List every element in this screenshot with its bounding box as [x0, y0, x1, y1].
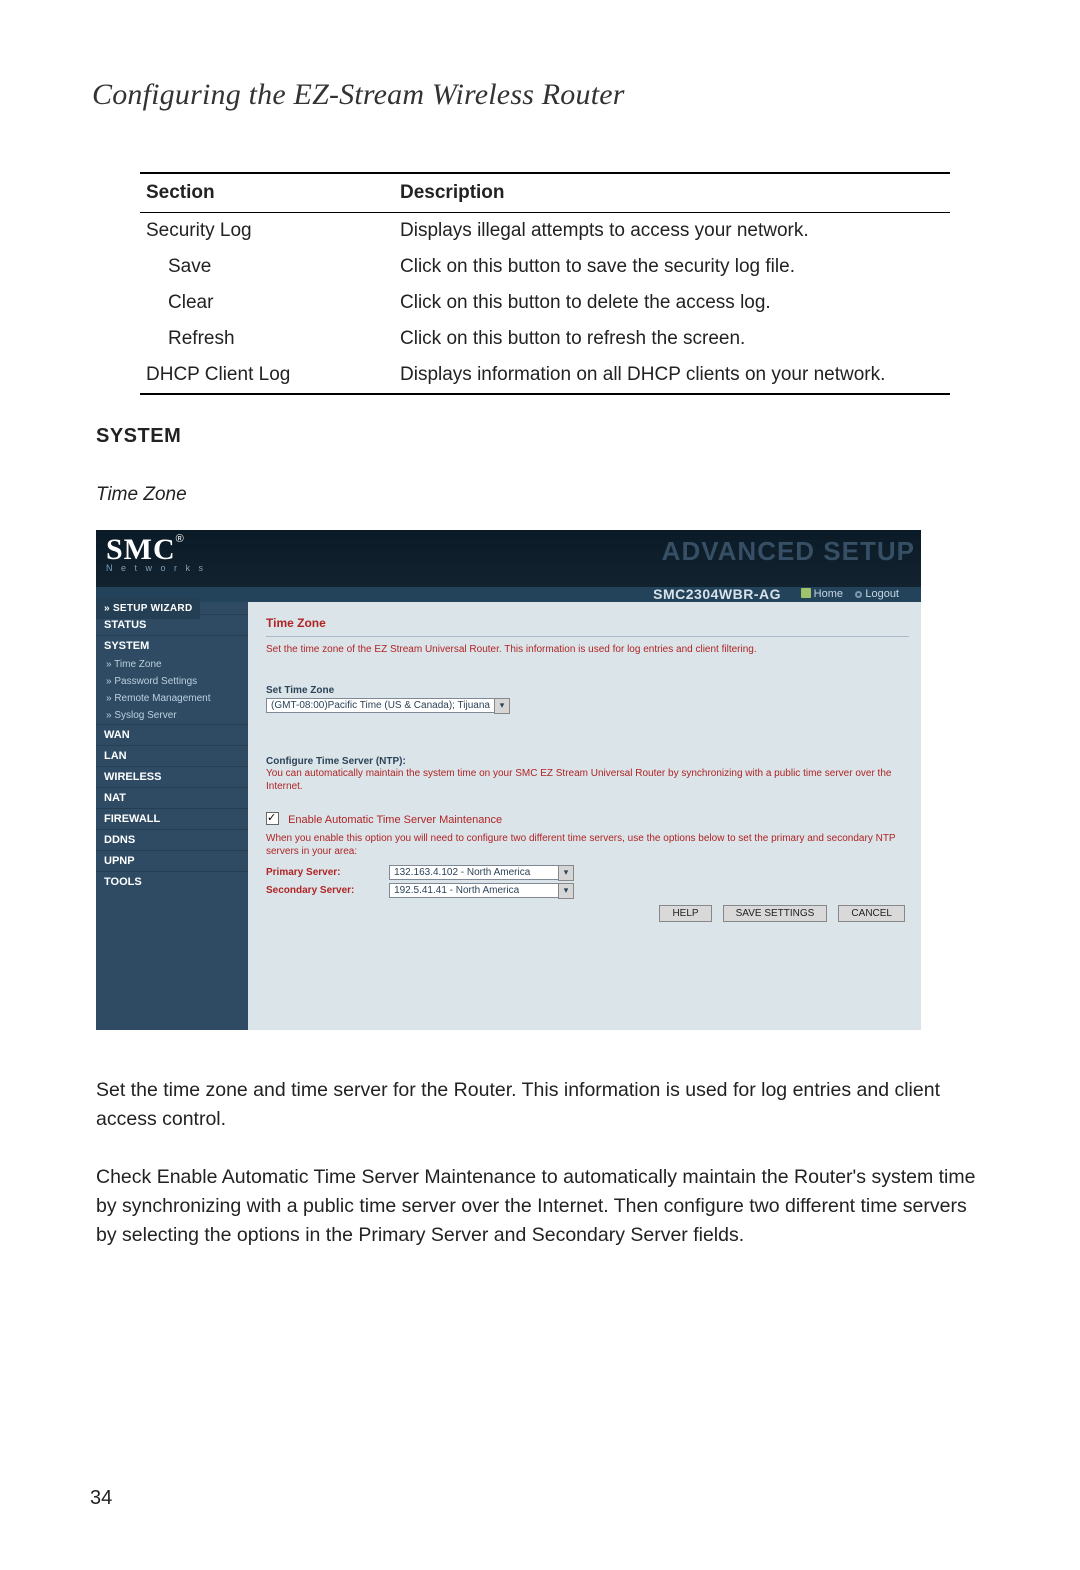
chevron-down-icon[interactable]: ▾ — [558, 883, 574, 899]
smc-logo: SMC® N e t w o r k s — [106, 533, 206, 573]
table-row: DHCP Client Log Displays information on … — [140, 357, 950, 394]
table-header-description: Description — [394, 173, 950, 213]
router-main-panel: Time Zone Set the time zone of the EZ St… — [248, 602, 921, 1030]
logout-icon — [855, 591, 862, 598]
cancel-button[interactable]: CANCEL — [838, 905, 905, 922]
section-description-table: Section Description Security Log Display… — [140, 172, 950, 395]
sidebar-item-system[interactable]: SYSTEM — [96, 635, 248, 656]
sidebar-item-wan[interactable]: WAN — [96, 724, 248, 745]
sidebar-item-remote-management[interactable]: » Remote Management — [96, 690, 248, 707]
sidebar-item-wireless[interactable]: WIRELESS — [96, 766, 248, 787]
table-row: Security Log Displays illegal attempts t… — [140, 213, 950, 250]
sidebar-item-firewall[interactable]: FIREWALL — [96, 808, 248, 829]
panel-title: Time Zone — [266, 612, 909, 637]
sidebar-item-syslog-server[interactable]: » Syslog Server — [96, 707, 248, 724]
sidebar-item-nat[interactable]: NAT — [96, 787, 248, 808]
primary-server-label: Primary Server: — [266, 867, 386, 878]
help-button[interactable]: HELP — [659, 905, 711, 922]
advanced-setup-label: ADVANCED SETUP — [662, 536, 915, 567]
logout-link[interactable]: Logout — [855, 588, 899, 600]
sidebar-item-upnp[interactable]: UPnP — [96, 850, 248, 871]
primary-server-select[interactable]: 132.163.4.102 - North America — [389, 865, 559, 880]
home-icon — [801, 588, 811, 598]
secondary-server-select[interactable]: 192.5.41.41 - North America — [389, 883, 559, 898]
chevron-down-icon[interactable]: ▾ — [558, 865, 574, 881]
save-settings-button[interactable]: SAVE SETTINGS — [723, 905, 828, 922]
enable-ntp-label: Enable Automatic Time Server Maintenance — [288, 814, 502, 826]
sidebar-item-lan[interactable]: LAN — [96, 745, 248, 766]
body-text: Set the time zone and time server for th… — [96, 1076, 984, 1250]
router-ui-screenshot: SMC® N e t w o r k s ADVANCED SETUP SMC2… — [96, 530, 921, 1030]
panel-intro: Set the time zone of the EZ Stream Unive… — [266, 643, 909, 657]
paragraph: Set the time zone and time server for th… — [96, 1076, 984, 1135]
ntp-note: When you enable this option you will nee… — [266, 832, 909, 859]
ntp-label: Configure Time Server (NTP): — [266, 756, 406, 767]
sidebar-item-password-settings[interactable]: » Password Settings — [96, 673, 248, 690]
table-header-section: Section — [140, 173, 394, 213]
router-subbar — [96, 587, 921, 602]
table-row: Refresh Click on this button to refresh … — [140, 321, 950, 357]
table-row: Clear Click on this button to delete the… — [140, 285, 950, 321]
enable-ntp-checkbox[interactable] — [266, 812, 279, 825]
secondary-server-label: Secondary Server: — [266, 885, 386, 896]
router-sidebar: » SETUP WIZARD STATUS SYSTEM » Time Zone… — [96, 602, 248, 1030]
sidebar-item-time-zone[interactable]: » Time Zone — [96, 656, 248, 673]
sidebar-item-tools[interactable]: TOOLS — [96, 871, 248, 892]
ntp-description: You can automatically maintain the syste… — [266, 767, 909, 794]
table-row: Save Click on this button to save the se… — [140, 249, 950, 285]
time-zone-select[interactable]: (GMT-08:00)Pacific Time (US & Canada); T… — [266, 698, 495, 713]
page-title: Configuring the EZ-Stream Wireless Route… — [92, 78, 990, 112]
paragraph: Check Enable Automatic Time Server Maint… — [96, 1163, 984, 1251]
sidebar-item-ddns[interactable]: DDNS — [96, 829, 248, 850]
subsection-heading-time-zone: Time Zone — [96, 484, 990, 506]
set-time-zone-label: Set Time Zone — [266, 685, 334, 696]
model-label: SMC2304WBR-AG — [653, 586, 781, 602]
section-heading-system: SYSTEM — [96, 425, 990, 448]
sidebar-setup-wizard[interactable]: » SETUP WIZARD — [96, 598, 200, 619]
chevron-down-icon[interactable]: ▾ — [494, 698, 510, 714]
page-number: 34 — [90, 1487, 112, 1510]
home-link[interactable]: Home — [801, 588, 843, 600]
